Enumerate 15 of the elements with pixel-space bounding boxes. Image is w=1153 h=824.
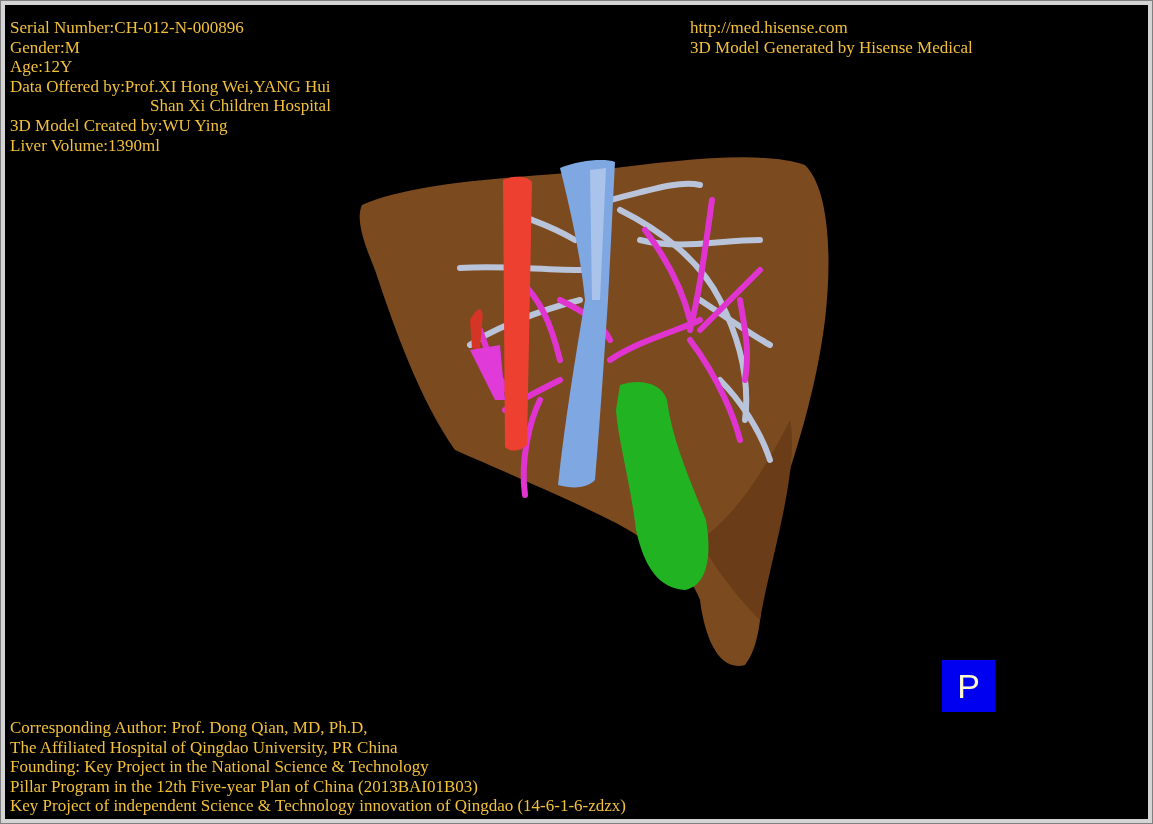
info-text: Gender:M — [10, 37, 80, 58]
info-text: Shan Xi Children Hospital — [150, 96, 331, 116]
info-text: Age:12Y — [10, 57, 73, 77]
info-text: 3D Model Generated by Hisense Medical — [690, 37, 973, 58]
view-badge: P — [942, 660, 995, 713]
info-text: The Affiliated Hospital of Qingdao University, PR China — [10, 737, 398, 758]
info-text: Data Offered by:Prof.XI Hong Wei,YANG Hui — [10, 76, 331, 97]
info-text: Serial Number:CH-012-N-000896 — [10, 18, 244, 38]
info-text: http://med.hisense.com — [690, 18, 848, 38]
info-text: Founding: Key Project in the National Science & Technology — [10, 757, 429, 777]
info-text: Liver Volume:1390ml — [10, 135, 160, 156]
info-text: Corresponding Author: Prof. Dong Qian, MD, Ph.D, — [10, 718, 368, 738]
info-text: 3D Model Created by:WU Ying — [10, 115, 228, 136]
info-text: Key Project of independent Science & Technology innovation of Qingdao (14-6-1-6-zdzx) — [10, 796, 626, 816]
info-text: Pillar Program in the 12th Five-year Plan of China (2013BAI01B03) — [10, 776, 478, 797]
